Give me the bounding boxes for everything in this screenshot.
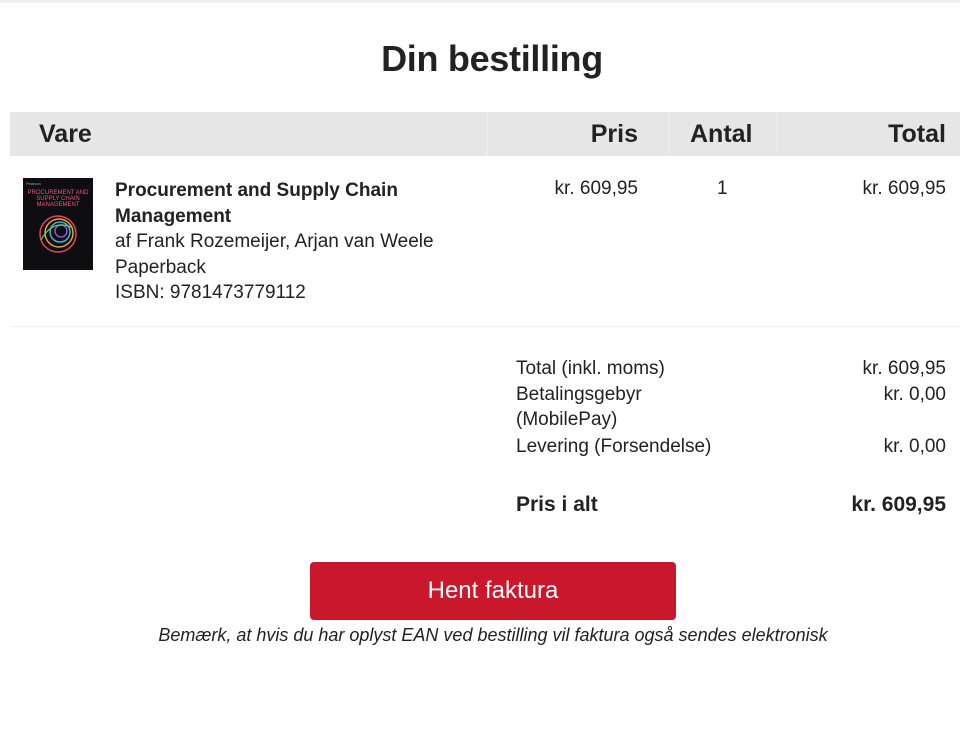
- summary-fee-label: Betalingsgebyr (MobilePay): [516, 384, 642, 430]
- cover-brand: Pearson: [26, 181, 41, 186]
- top-divider: [0, 0, 960, 3]
- get-invoice-button[interactable]: Hent faktura: [310, 562, 676, 620]
- summary-fee-value: kr. 0,00: [883, 384, 946, 405]
- summary-row-grand-total: Pris i alt kr. 609,95: [516, 492, 946, 522]
- column-header-total: Total: [888, 120, 946, 148]
- order-summary: Total (inkl. moms) kr. 609,95 Betalingsg…: [516, 356, 946, 522]
- column-header-vare: Vare: [39, 120, 92, 148]
- header-separator: [777, 112, 778, 156]
- ean-notice: Bemærk, at hvis du har oplyst EAN ved be…: [158, 625, 828, 645]
- table-row: Pearson PROCUREMENT AND SUPPLY CHAIN MAN…: [10, 156, 960, 327]
- summary-total-label: Total (inkl. moms): [516, 358, 665, 379]
- product-price: kr. 609,95: [554, 178, 638, 199]
- page-title: Din bestilling: [381, 38, 603, 79]
- book-cover-image[interactable]: Pearson PROCUREMENT AND SUPPLY CHAIN MAN…: [23, 178, 93, 270]
- cover-swirl-art: [39, 215, 77, 253]
- summary-delivery-value: kr. 0,00: [883, 436, 946, 457]
- header-separator: [487, 112, 488, 156]
- summary-grand-label: Pris i alt: [516, 493, 598, 516]
- summary-row-delivery: Levering (Forsendelse) kr. 0,00: [516, 434, 946, 492]
- summary-row-fee: Betalingsgebyr (MobilePay) kr. 0,00: [516, 382, 946, 434]
- column-header-antal: Antal: [690, 120, 753, 148]
- summary-delivery-label: Levering (Forsendelse): [516, 436, 712, 457]
- summary-row-total: Total (inkl. moms) kr. 609,95: [516, 356, 946, 382]
- product-info: Procurement and Supply Chain Management …: [115, 178, 435, 306]
- product-isbn: ISBN: 9781473779112: [115, 282, 306, 303]
- cover-title: PROCUREMENT AND SUPPLY CHAIN MANAGEMENT: [27, 190, 89, 208]
- product-quantity: 1: [717, 178, 728, 199]
- column-header-pris: Pris: [590, 120, 638, 148]
- order-table-header: Vare Pris Antal Total: [10, 112, 960, 156]
- product-total: kr. 609,95: [862, 178, 946, 199]
- product-format: Paperback: [115, 256, 206, 278]
- summary-grand-value: kr. 609,95: [851, 493, 946, 516]
- product-author: af Frank Rozemeijer, Arjan van Weele: [115, 231, 434, 252]
- product-title[interactable]: Procurement and Supply Chain Management: [115, 178, 435, 229]
- summary-total-value: kr. 609,95: [862, 358, 946, 379]
- header-separator: [669, 112, 670, 156]
